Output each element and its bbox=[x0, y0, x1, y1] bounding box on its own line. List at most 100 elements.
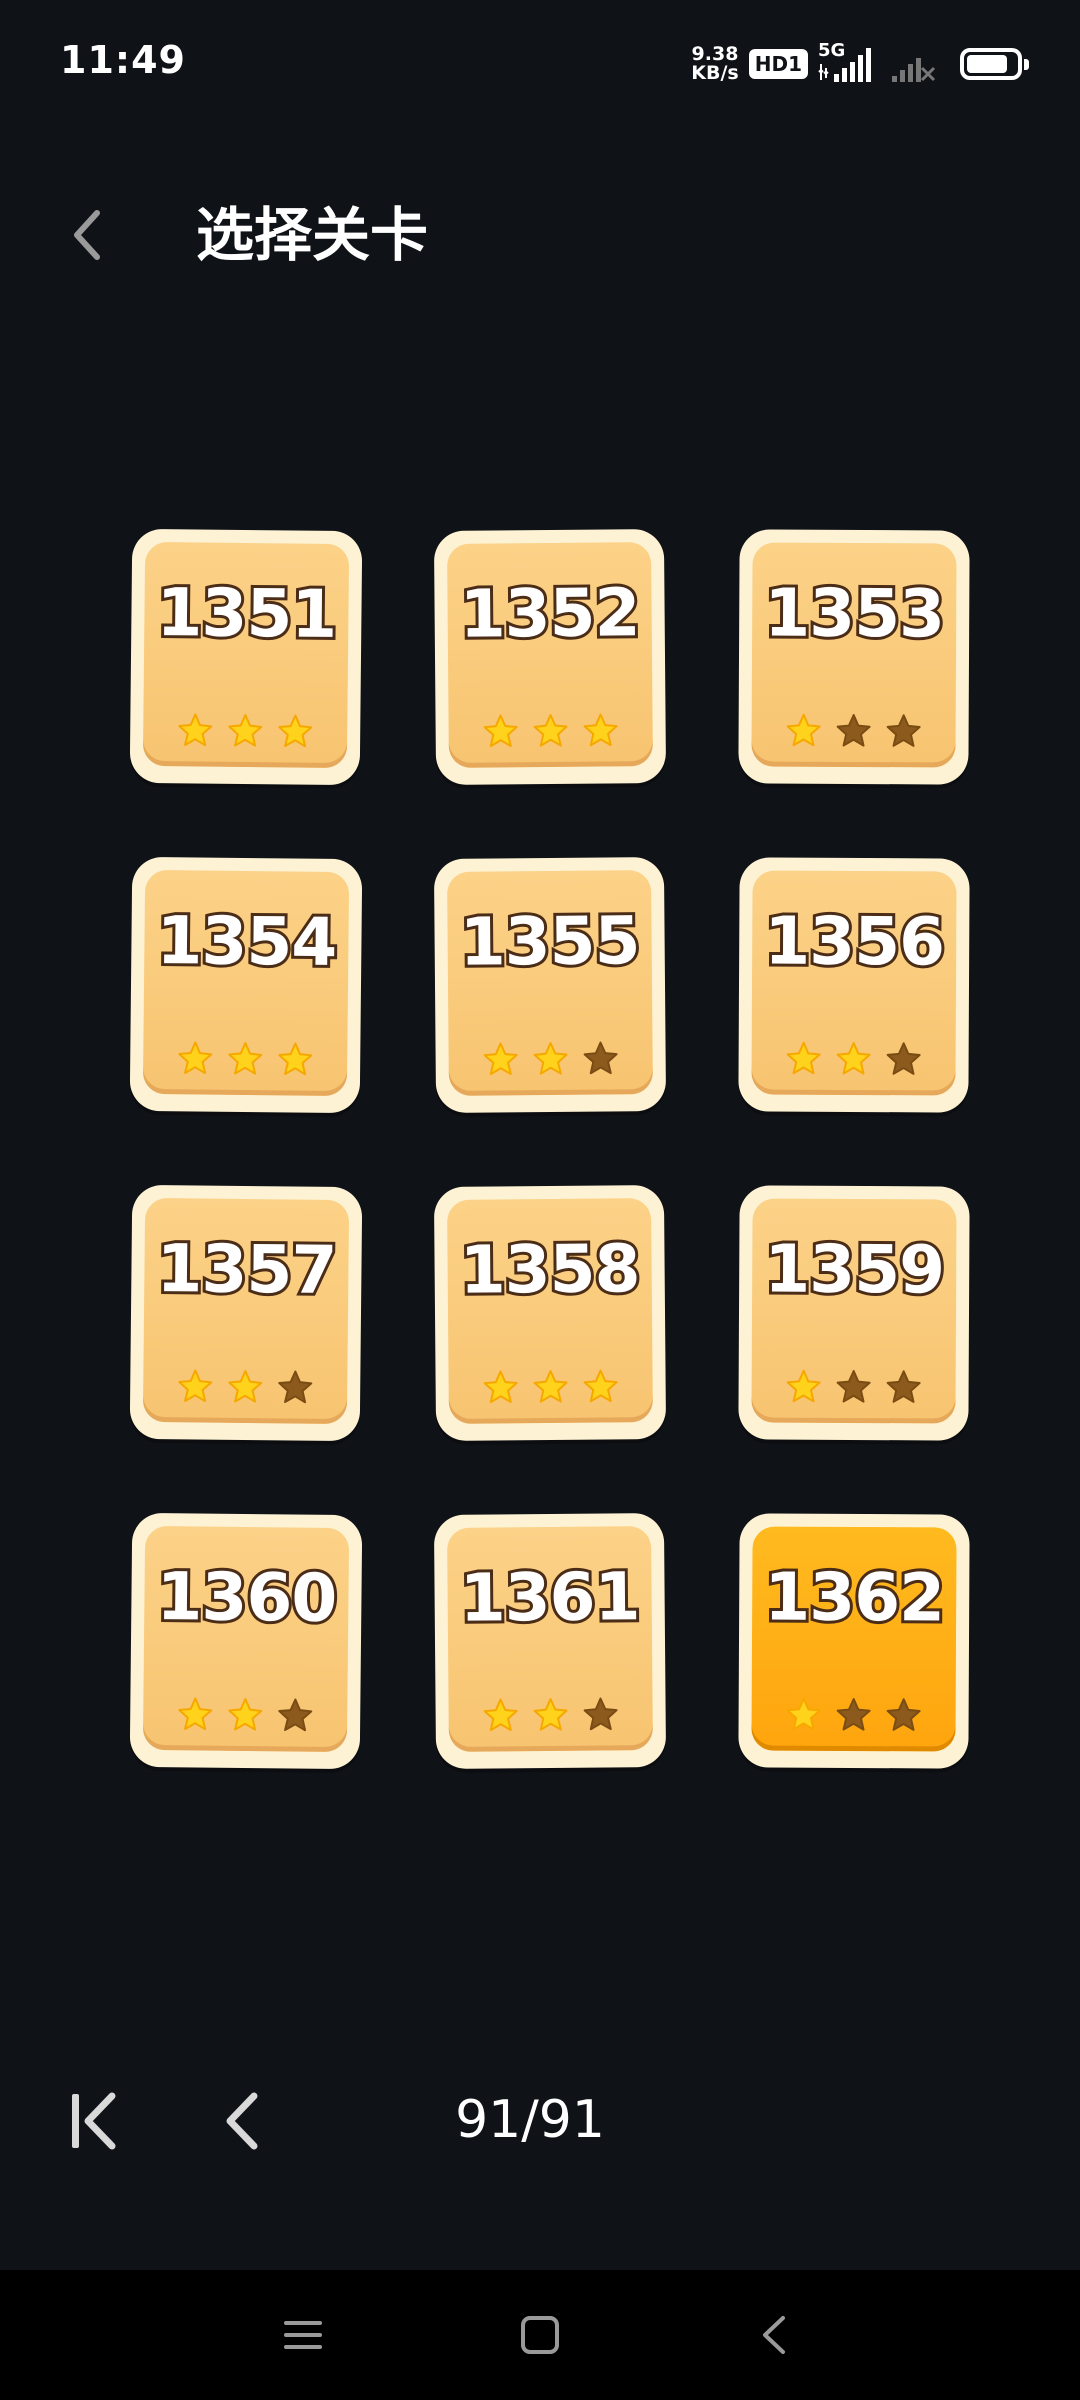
star-filled-icon bbox=[178, 713, 213, 747]
star-empty-icon bbox=[278, 1698, 313, 1732]
network-speed-unit: KB/s bbox=[691, 62, 739, 84]
star-filled-icon bbox=[583, 713, 618, 747]
level-stars bbox=[143, 712, 347, 750]
level-stars bbox=[448, 1368, 652, 1406]
pagination: 91/91 bbox=[0, 2068, 1080, 2168]
star-filled-icon bbox=[228, 1369, 263, 1403]
star-empty-icon bbox=[886, 1370, 921, 1403]
level-number: 1361 bbox=[456, 1555, 642, 1640]
home-button[interactable] bbox=[515, 2310, 565, 2360]
battery-fill bbox=[967, 55, 1007, 73]
star-empty-icon bbox=[886, 1042, 921, 1075]
star-filled-icon bbox=[533, 713, 568, 747]
level-card-1355[interactable]: 1355 bbox=[433, 857, 667, 1113]
level-number: 1358 bbox=[456, 1227, 642, 1312]
level-card-1359[interactable]: 1359 bbox=[738, 1185, 970, 1441]
back-chevron-icon bbox=[763, 2316, 785, 2354]
level-stars bbox=[143, 1368, 347, 1406]
menu-button[interactable] bbox=[278, 2310, 328, 2360]
battery-icon bbox=[960, 48, 1029, 80]
level-number: 1362 bbox=[761, 1556, 947, 1640]
star-filled-icon bbox=[178, 1041, 213, 1075]
star-filled-icon bbox=[583, 1369, 618, 1403]
star-filled-icon bbox=[278, 714, 313, 748]
star-filled-icon bbox=[228, 1041, 263, 1075]
level-card-face: 1351 bbox=[142, 541, 350, 769]
level-number: 1353 bbox=[761, 572, 947, 656]
star-filled-icon bbox=[483, 1042, 518, 1076]
level-stars bbox=[752, 1696, 956, 1733]
level-card-1352[interactable]: 1352 bbox=[433, 529, 667, 785]
back-button[interactable] bbox=[52, 200, 122, 270]
level-card-1362[interactable]: 1362 bbox=[738, 1513, 970, 1769]
network-speed: 9.38 KB/s bbox=[691, 45, 738, 83]
status-time: 11:49 bbox=[60, 38, 186, 82]
level-card-face: 1354 bbox=[142, 869, 350, 1097]
battery-cap bbox=[1024, 59, 1029, 70]
menu-icon bbox=[284, 2321, 322, 2349]
level-stars bbox=[752, 712, 956, 749]
status-bar: 11:49 9.38 KB/s HD1 5G bbox=[0, 0, 1080, 130]
level-stars bbox=[752, 1040, 956, 1077]
level-card-1357[interactable]: 1357 bbox=[129, 1184, 363, 1442]
star-filled-icon bbox=[483, 1370, 518, 1404]
level-card-face: 1355 bbox=[447, 870, 653, 1096]
star-filled-icon bbox=[533, 1697, 568, 1731]
header: 选择关卡 bbox=[0, 180, 1080, 290]
level-card-1358[interactable]: 1358 bbox=[433, 1185, 667, 1441]
level-card-face: 1357 bbox=[142, 1197, 350, 1425]
star-filled-icon bbox=[228, 713, 263, 747]
star-empty-icon bbox=[583, 1041, 618, 1075]
level-card-face: 1361 bbox=[447, 1526, 653, 1752]
level-number: 1354 bbox=[153, 899, 339, 984]
level-stars bbox=[752, 1368, 956, 1405]
level-card-1356[interactable]: 1356 bbox=[738, 857, 970, 1113]
level-card-face-current: 1362 bbox=[751, 1526, 957, 1752]
nav-back-button[interactable] bbox=[750, 2310, 800, 2360]
star-filled-icon bbox=[278, 1042, 313, 1076]
level-grid: 1351 1352 1353 1354 1355 1356 1357 1358 1359 1360… bbox=[129, 528, 970, 1770]
level-stars bbox=[143, 1696, 347, 1734]
level-card-1351[interactable]: 1351 bbox=[129, 528, 363, 786]
signal-no-service-icon bbox=[890, 42, 936, 86]
level-card-1353[interactable]: 1353 bbox=[738, 529, 970, 785]
skip-to-first-icon bbox=[72, 2092, 116, 2150]
level-card-face: 1358 bbox=[447, 1198, 653, 1424]
level-card-face: 1360 bbox=[142, 1525, 350, 1753]
system-nav-bar bbox=[0, 2270, 1080, 2400]
chevron-left-icon bbox=[226, 2092, 258, 2150]
level-number: 1355 bbox=[456, 899, 642, 984]
star-filled-icon bbox=[228, 1697, 263, 1731]
star-filled-icon bbox=[786, 1041, 821, 1075]
level-number: 1359 bbox=[761, 1228, 947, 1312]
level-card-face: 1353 bbox=[751, 542, 957, 768]
home-square-icon bbox=[521, 2316, 559, 2354]
star-filled-icon bbox=[483, 1698, 518, 1732]
level-number: 1360 bbox=[153, 1555, 339, 1640]
level-number: 1357 bbox=[153, 1227, 339, 1312]
previous-page-button[interactable] bbox=[208, 2086, 278, 2156]
star-empty-icon bbox=[583, 1697, 618, 1731]
level-card-face: 1352 bbox=[447, 542, 653, 768]
level-stars bbox=[448, 712, 652, 750]
star-filled-icon bbox=[483, 714, 518, 748]
signal-icon: 5G bbox=[818, 42, 880, 86]
level-card-1361[interactable]: 1361 bbox=[433, 1513, 667, 1769]
star-filled-icon bbox=[836, 1041, 871, 1075]
level-number: 1352 bbox=[456, 571, 642, 656]
star-filled-icon bbox=[786, 713, 821, 747]
status-icons: 9.38 KB/s HD1 5G bbox=[691, 42, 1029, 86]
star-empty-icon bbox=[836, 1697, 871, 1731]
chevron-left-icon bbox=[74, 210, 100, 260]
star-empty-icon bbox=[278, 1370, 313, 1404]
star-filled-icon bbox=[178, 1697, 213, 1731]
star-filled-icon bbox=[786, 1697, 821, 1731]
level-stars bbox=[448, 1696, 652, 1734]
level-stars bbox=[143, 1040, 347, 1078]
level-card-1354[interactable]: 1354 bbox=[129, 856, 363, 1114]
star-filled-icon bbox=[786, 1369, 821, 1403]
level-number: 1351 bbox=[153, 571, 339, 656]
first-page-button[interactable] bbox=[60, 2086, 130, 2156]
level-card-1360[interactable]: 1360 bbox=[129, 1512, 363, 1770]
star-filled-icon bbox=[533, 1369, 568, 1403]
